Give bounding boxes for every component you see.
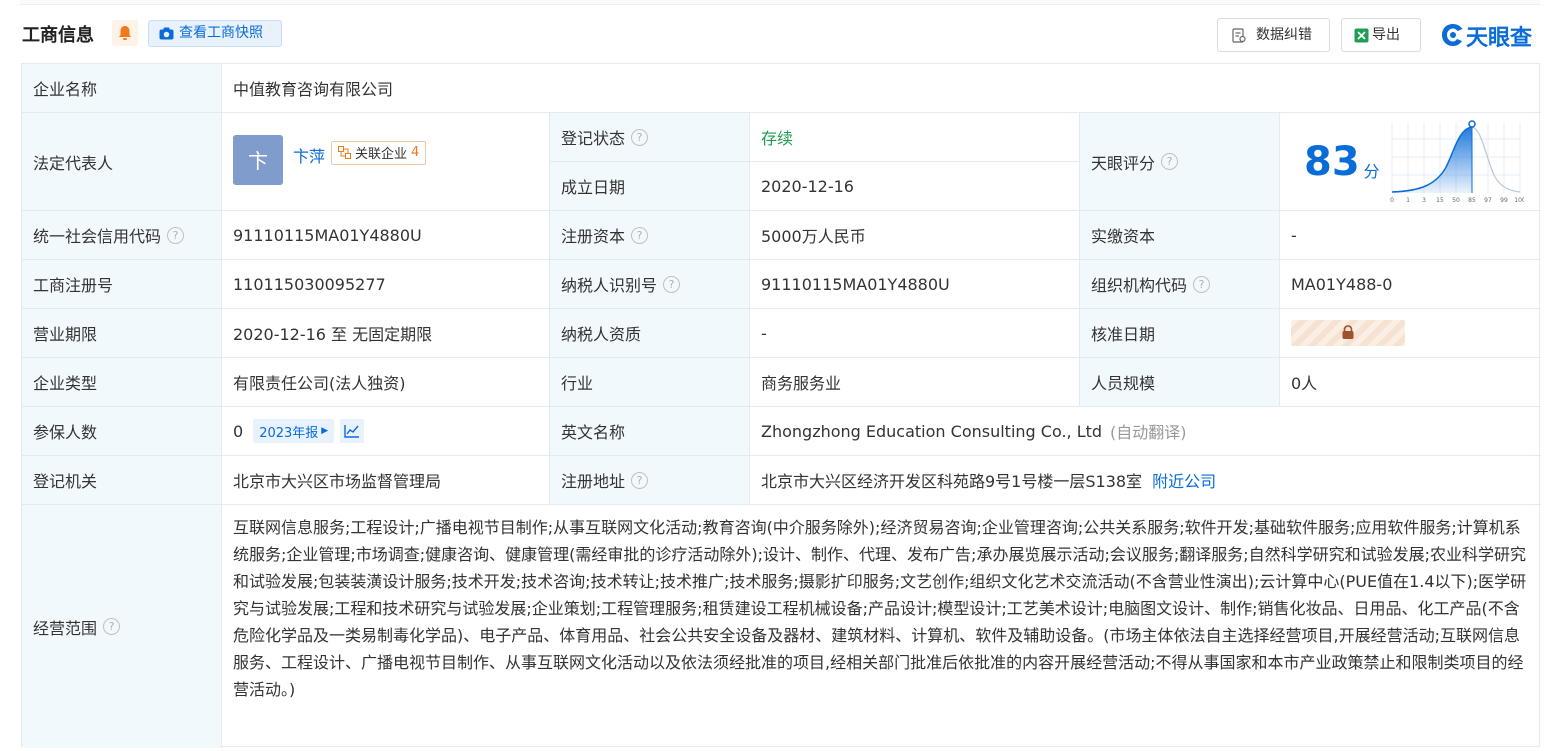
label-reg-number: 工商注册号 [22, 260, 222, 309]
score-value: 83 [1304, 138, 1360, 185]
help-icon[interactable]: ? [1161, 153, 1179, 170]
legal-rep-link[interactable]: 卞萍 [293, 143, 325, 167]
label-tianyan-score: 天眼评分? [1080, 113, 1280, 211]
logo-text: 天眼查 [1466, 26, 1533, 51]
label-legal-rep: 法定代表人 [22, 113, 222, 211]
english-name-cell: Zhongzhong Education Consulting Co., Ltd… [750, 407, 1541, 456]
section-title: 工商信息 [22, 25, 94, 46]
staff-size-value: 0人 [1280, 358, 1541, 407]
excel-icon [1354, 28, 1369, 43]
label-credit-code: 统一社会信用代码? [22, 211, 222, 260]
label-company-name: 企业名称 [22, 64, 222, 113]
svg-text:3: 3 [1422, 197, 1426, 204]
label-english-name: 英文名称 [550, 407, 750, 456]
org-code-value: MA01Y488-0 [1280, 260, 1541, 309]
label-founded: 成立日期 [550, 162, 750, 211]
help-icon[interactable]: ? [1193, 275, 1211, 293]
label-reg-capital: 注册资本? [550, 211, 750, 260]
help-icon[interactable]: ? [631, 226, 649, 244]
business-info-table: 企业名称 中值教育咨询有限公司 法定代表人 卞 卞萍 关联企业 4 登记状态? 存… [21, 63, 1541, 748]
label-business-scope: 经营范围? [22, 505, 222, 748]
label-industry: 行业 [550, 358, 750, 407]
svg-text:100: 100 [1514, 197, 1524, 204]
view-snapshot-button[interactable]: 查看工商快照 [148, 20, 282, 47]
label-business-term: 营业期限 [22, 309, 222, 358]
insured-count-value: 0 [233, 421, 244, 441]
score-distribution-chart: 0 1 3 15 50 85 97 99 100 [1390, 120, 1524, 204]
label-tax-id: 纳税人识别号? [550, 260, 750, 309]
business-term-value: 2020-12-16 至 无固定期限 [222, 309, 550, 358]
label-approval-date: 核准日期 [1080, 309, 1280, 358]
section-header: 工商信息 查看工商快照 数据纠错 导出 天眼查 [20, 18, 1544, 52]
label-paid-capital: 实缴资本 [1080, 211, 1280, 260]
view-snapshot-label: 查看工商快照 [179, 25, 263, 41]
svg-text:15: 15 [1436, 197, 1444, 204]
label-reg-authority: 登记机关 [22, 456, 222, 505]
legal-rep-cell: 卞 卞萍 关联企业 4 [222, 113, 550, 211]
company-type-value: 有限责任公司(法人独资) [222, 358, 550, 407]
edit-doc-icon [1232, 28, 1246, 43]
reg-authority-value: 北京市大兴区市场监督管理局 [222, 456, 550, 505]
founded-value: 2020-12-16 [750, 162, 1080, 211]
credit-code-value: 91110115MA01Y4880U [222, 211, 550, 260]
english-name-value: Zhongzhong Education Consulting Co., Ltd [761, 421, 1103, 441]
tianyancha-logo[interactable]: 天眼查 [1440, 19, 1544, 51]
tax-id-value: 91110115MA01Y4880U [750, 260, 1080, 309]
annual-report-dropdown[interactable]: 2023年报 ▶ [253, 419, 335, 443]
business-scope-value: 互联网信息服务;工程设计;广播电视节目制作;从事互联网文化活动;教育咨询(中介服… [233, 518, 1527, 699]
label-reg-status: 登记状态? [550, 113, 750, 162]
help-icon[interactable]: ? [631, 128, 649, 146]
related-companies-button[interactable]: 关联企业 4 [331, 140, 427, 165]
label-org-code: 组织机构代码? [1080, 260, 1280, 309]
label-insured-count: 参保人数 [22, 407, 222, 456]
company-name-value: 中值教育咨询有限公司 [222, 64, 1541, 113]
help-icon[interactable]: ? [103, 618, 121, 635]
svg-text:85: 85 [1468, 197, 1476, 204]
reg-capital-value: 5000万人民币 [750, 211, 1080, 260]
help-icon[interactable]: ? [167, 226, 185, 244]
reg-address-cell: 北京市大兴区经济开发区科苑路9号1号楼一层S138室 附近公司 [750, 456, 1541, 505]
approval-date-cell [1280, 309, 1541, 358]
reg-address-value: 北京市大兴区经济开发区科苑路9号1号楼一层S138室 [761, 472, 1143, 491]
label-company-type: 企业类型 [22, 358, 222, 407]
paid-capital-value: - [1280, 211, 1541, 260]
logo-icon [1442, 24, 1463, 46]
help-icon[interactable]: ? [663, 275, 681, 293]
trend-icon [344, 425, 360, 438]
svg-text:0: 0 [1390, 197, 1394, 204]
svg-text:1: 1 [1406, 197, 1410, 204]
help-icon[interactable]: ? [631, 471, 649, 489]
avatar[interactable]: 卞 [233, 134, 283, 185]
lock-icon [1342, 325, 1354, 339]
taxpayer-qual-value: - [750, 309, 1080, 358]
reg-status-value: 存续 [750, 113, 1080, 162]
data-correction-button[interactable]: 数据纠错 [1217, 18, 1330, 52]
export-label: 导出 [1372, 27, 1400, 43]
nearby-companies-link[interactable]: 附近公司 [1152, 468, 1216, 492]
score-unit: 分 [1363, 161, 1380, 181]
export-button[interactable]: 导出 [1341, 18, 1421, 52]
label-staff-size: 人员规模 [1080, 358, 1280, 407]
insured-count-cell: 0 2023年报 ▶ [222, 407, 550, 456]
bell-icon[interactable] [112, 20, 138, 46]
camera-icon [159, 27, 174, 40]
label-taxpayer-qual: 纳税人资质 [550, 309, 750, 358]
tianyan-score-cell[interactable]: 83 分 0 1 3 15 50 85 97 99 100 [1280, 113, 1541, 211]
relation-icon [338, 146, 352, 159]
top-divider [20, 0, 1540, 5]
caret-right-icon: ▶ [321, 426, 329, 436]
svg-text:50: 50 [1452, 197, 1460, 204]
industry-value: 商务服务业 [750, 358, 1080, 407]
trend-chart-button[interactable] [340, 419, 365, 443]
svg-text:97: 97 [1484, 197, 1492, 204]
svg-text:99: 99 [1500, 197, 1508, 204]
reg-number-value: 110115030095277 [222, 260, 550, 309]
label-reg-address: 注册地址? [550, 456, 750, 505]
auto-translate-note: (自动翻译) [1110, 423, 1187, 442]
data-correction-label: 数据纠错 [1256, 27, 1312, 43]
locked-value[interactable] [1291, 320, 1405, 346]
